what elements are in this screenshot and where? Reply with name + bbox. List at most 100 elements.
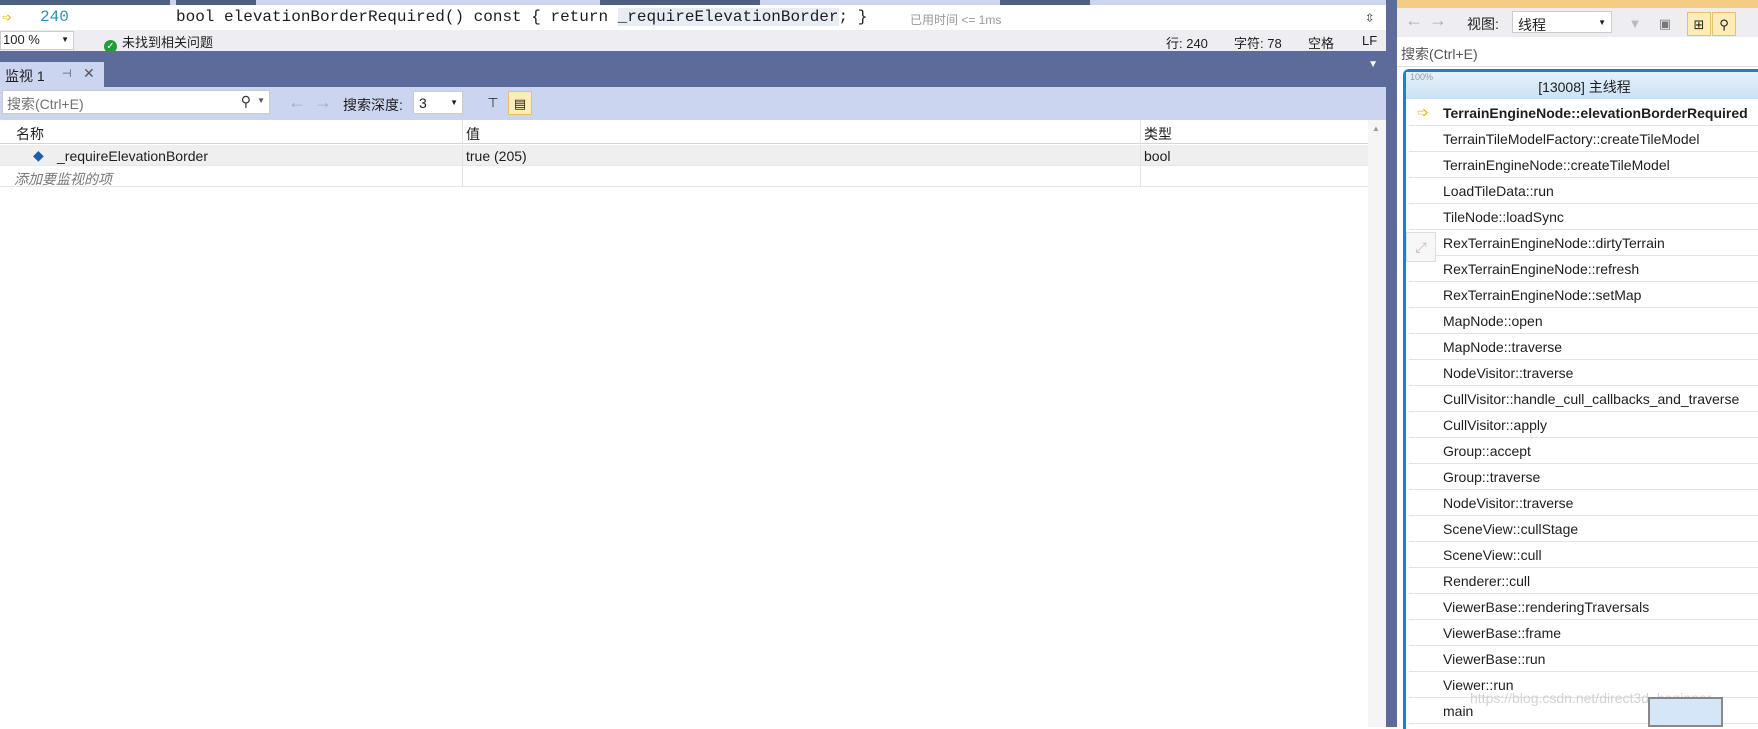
- stack-frame[interactable]: TileNode::loadSync: [1409, 204, 1758, 230]
- stack-frame[interactable]: Group::traverse: [1409, 464, 1758, 490]
- frame-label: Renderer::cull: [1443, 573, 1531, 589]
- current-frame-arrow-icon: ➩: [1417, 104, 1429, 120]
- parallel-stacks-title-bar: [1397, 0, 1758, 8]
- tab-watch-1[interactable]: 监视 1 ⊣ ✕: [0, 62, 104, 87]
- frame-label: Group::accept: [1443, 443, 1531, 459]
- layout-icon[interactable]: ⊞: [1687, 12, 1711, 36]
- forward-arrow-icon[interactable]: →: [314, 92, 332, 113]
- stack-frame[interactable]: SceneView::cullStage: [1409, 516, 1758, 542]
- frame-label: NodeVisitor::traverse: [1443, 495, 1574, 511]
- editor-status-bar: 100 % ▼ ✓ 未找到相关问题 行: 240 字符: 78 空格 LF: [0, 30, 1386, 53]
- add-watch-row[interactable]: 添加要监视的项: [0, 166, 1368, 187]
- line-number: 240: [40, 8, 69, 26]
- stack-frame[interactable]: RexTerrainEngineNode::dirtyTerrain: [1409, 230, 1758, 256]
- field-icon: ◆: [33, 147, 44, 163]
- toggle-method-view-icon[interactable]: ▣: [1653, 12, 1677, 36]
- stack-frame[interactable]: MapNode::traverse: [1409, 334, 1758, 360]
- column-type[interactable]: 类型: [1144, 124, 1172, 144]
- frame-label: RexTerrainEngineNode::refresh: [1443, 261, 1640, 277]
- stack-frame[interactable]: TerrainEngineNode::createTileModel: [1409, 152, 1758, 178]
- stack-frame[interactable]: TerrainTileModelFactory::createTileModel: [1409, 126, 1758, 152]
- watch-tab-strip: 监视 1 ⊣ ✕ ▼: [0, 51, 1386, 87]
- frame-label: TerrainEngineNode::createTileModel: [1443, 157, 1670, 173]
- stack-frame[interactable]: RexTerrainEngineNode::setMap: [1409, 282, 1758, 308]
- search-depth-label: 搜索深度:: [343, 97, 403, 113]
- back-arrow-icon[interactable]: ←: [1405, 10, 1423, 31]
- table-row[interactable]: ◆ _requireElevationBorder true (205) boo…: [0, 145, 1368, 166]
- perf-tip[interactable]: 已用时间 <= 1ms: [910, 11, 1001, 28]
- row-value[interactable]: true (205): [466, 148, 527, 164]
- row-name: _requireElevationBorder: [57, 148, 208, 164]
- back-arrow-icon[interactable]: ←: [288, 92, 306, 113]
- pin-icon[interactable]: ⊣: [62, 67, 72, 80]
- current-statement-arrow-icon: ➩: [2, 10, 12, 28]
- watch-toolbar: 搜索(Ctrl+E) ⚲ ▼ ← → 搜索深度: 3 ▼ ⊤ ▤: [0, 87, 1386, 120]
- frame-label: RexTerrainEngineNode::setMap: [1443, 287, 1642, 303]
- panel-divider[interactable]: [1386, 0, 1397, 727]
- eol-indicator[interactable]: LF: [1362, 33, 1377, 48]
- line-indicator[interactable]: 行: 240: [1166, 33, 1208, 52]
- forward-arrow-icon[interactable]: →: [1429, 10, 1447, 31]
- stack-frame[interactable]: LoadTileData::run: [1409, 178, 1758, 204]
- whitespace-indicator[interactable]: 空格: [1308, 33, 1334, 52]
- stack-frame[interactable]: ViewerBase::renderingTraversals: [1409, 594, 1758, 620]
- hex-view-icon[interactable]: ▤: [508, 91, 532, 115]
- view-label: 视图:: [1467, 16, 1499, 32]
- char-indicator[interactable]: 字符: 78: [1234, 33, 1282, 52]
- stack-frame[interactable]: Renderer::cull: [1409, 568, 1758, 594]
- zoom-percent[interactable]: 100%: [1410, 72, 1433, 82]
- frame-label: ViewerBase::frame: [1443, 625, 1562, 641]
- zoom-to-current-icon[interactable]: ⚲: [1712, 12, 1736, 36]
- stack-frame[interactable]: ViewerBase::run: [1409, 646, 1758, 672]
- window-menu-icon[interactable]: ▼: [1368, 59, 1378, 70]
- stack-frame[interactable]: MapNode::open: [1409, 308, 1758, 334]
- code-editor-line[interactable]: ➩ 240 bool elevationBorderRequired() con…: [0, 5, 1386, 30]
- parallel-search-input[interactable]: 搜索(Ctrl+E): [1397, 37, 1758, 67]
- frame-label: MapNode::open: [1443, 313, 1543, 329]
- stack-frame[interactable]: RexTerrainEngineNode::refresh: [1409, 256, 1758, 282]
- stack-frame[interactable]: CullVisitor::apply: [1409, 412, 1758, 438]
- close-icon[interactable]: ✕: [83, 65, 95, 82]
- minimap[interactable]: [1648, 697, 1723, 727]
- pin-filter-icon[interactable]: ⊤: [481, 91, 505, 115]
- frame-label: MapNode::traverse: [1443, 339, 1563, 355]
- add-watch-placeholder[interactable]: 添加要监视的项: [14, 169, 112, 189]
- search-icon[interactable]: ⚲: [241, 93, 251, 110]
- filter-icon[interactable]: ▼: [1623, 12, 1647, 36]
- frame-label: TerrainTileModelFactory::createTileModel: [1443, 131, 1700, 147]
- stack-frame[interactable]: Group::accept: [1409, 438, 1758, 464]
- frame-label: SceneView::cullStage: [1443, 521, 1579, 537]
- watch-search-input[interactable]: 搜索(Ctrl+E) ⚲ ▼: [2, 90, 270, 114]
- watch-column-header: 名称 值 类型: [0, 120, 1368, 144]
- fit-zoom-icon[interactable]: ⤢: [1406, 232, 1436, 262]
- frame-label: Group::traverse: [1443, 469, 1541, 485]
- frame-label: TileNode::loadSync: [1443, 209, 1564, 225]
- stack-frame[interactable]: NodeVisitor::traverse: [1409, 490, 1758, 516]
- view-select[interactable]: 线程 ▼: [1512, 11, 1612, 33]
- stack-frame[interactable]: SceneView::cull: [1409, 542, 1758, 568]
- frame-label: NodeVisitor::traverse: [1443, 365, 1574, 381]
- issues-indicator[interactable]: ✓ 未找到相关问题: [104, 32, 213, 53]
- thread-header[interactable]: 100% [13008] 主线程: [1406, 72, 1758, 99]
- watch-scrollbar[interactable]: ▲: [1368, 120, 1386, 727]
- zoom-select[interactable]: 100 % ▼: [0, 31, 74, 50]
- stack-frame[interactable]: CullVisitor::handle_cull_callbacks_and_t…: [1409, 386, 1758, 412]
- stack-frame[interactable]: ➩ TerrainEngineNode::elevationBorderRequi…: [1409, 100, 1758, 126]
- frame-label: ViewerBase::run: [1443, 651, 1546, 667]
- column-name[interactable]: 名称: [16, 124, 44, 144]
- frame-label: RexTerrainEngineNode::dirtyTerrain: [1443, 235, 1665, 251]
- frame-label: main: [1443, 703, 1474, 719]
- split-editor-icon[interactable]: ⇳: [1365, 7, 1375, 27]
- frame-label: TerrainEngineNode::elevationBorderRequir…: [1443, 105, 1748, 121]
- frame-label: LoadTileData::run: [1443, 183, 1554, 199]
- stack-frame[interactable]: NodeVisitor::traverse: [1409, 360, 1758, 386]
- frame-label: CullVisitor::apply: [1443, 417, 1548, 433]
- column-value[interactable]: 值: [466, 124, 480, 144]
- stack-frame[interactable]: ViewerBase::frame: [1409, 620, 1758, 646]
- frame-label: ViewerBase::renderingTraversals: [1443, 599, 1650, 615]
- code-text: bool elevationBorderRequired() const { r…: [176, 8, 868, 26]
- row-type: bool: [1144, 148, 1171, 164]
- frame-label: CullVisitor::handle_cull_callbacks_and_t…: [1443, 391, 1740, 407]
- frame-label: SceneView::cull: [1443, 547, 1542, 563]
- search-depth-select[interactable]: 3 ▼: [413, 91, 463, 114]
